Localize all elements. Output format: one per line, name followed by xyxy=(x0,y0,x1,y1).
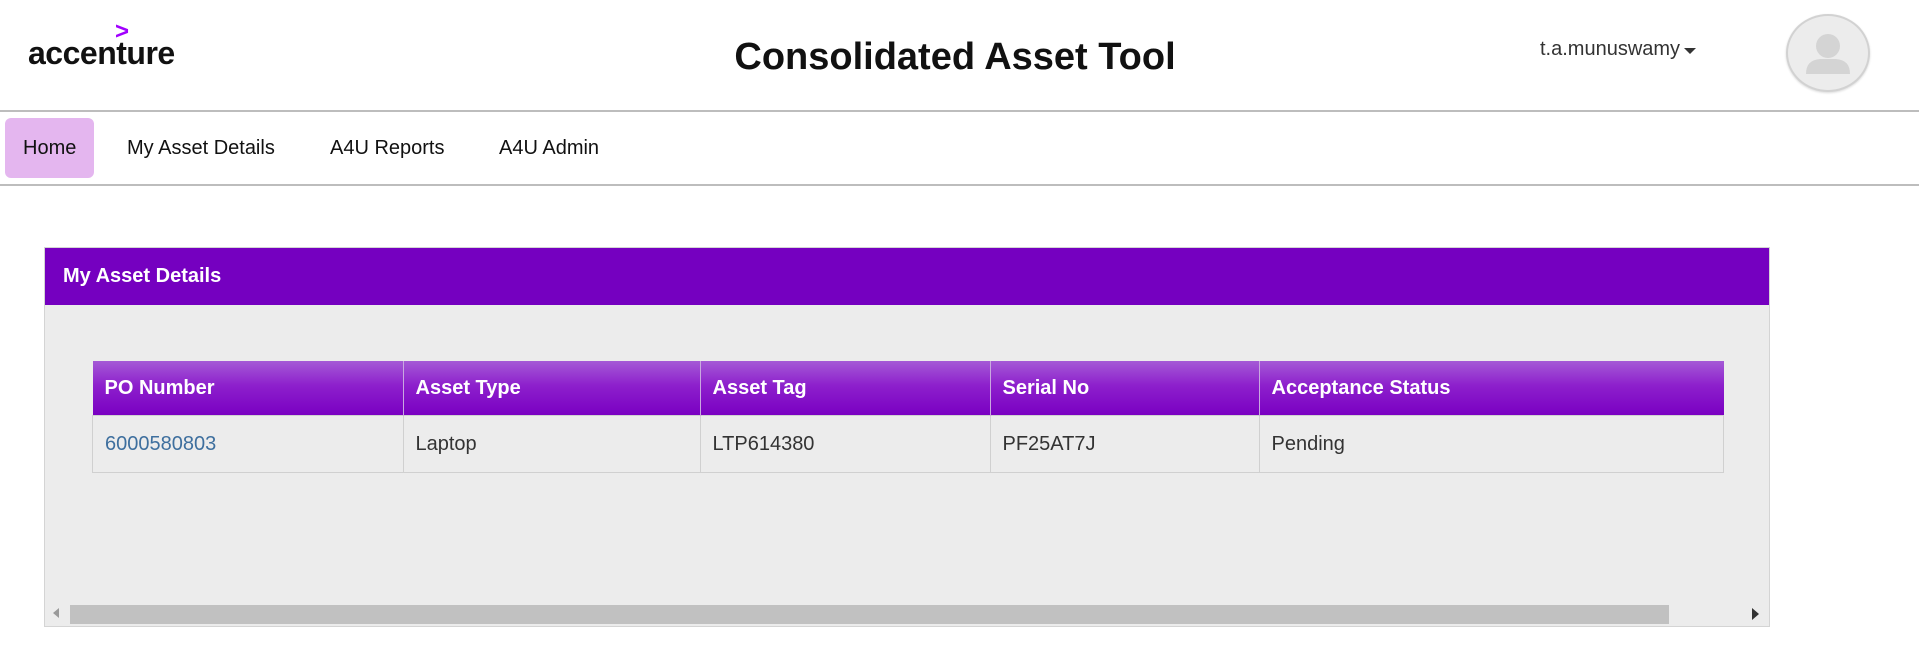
app-header: > accenture Consolidated Asset Tool t.a.… xyxy=(0,0,1919,112)
horizontal-scrollbar[interactable] xyxy=(45,602,1769,626)
scroll-left-arrow-icon[interactable] xyxy=(53,608,59,618)
column-header-asset-tag[interactable]: Asset Tag xyxy=(699,361,990,416)
nav-my-asset-details[interactable]: My Asset Details xyxy=(109,118,293,178)
user-menu[interactable]: t.a.munuswamy xyxy=(1540,38,1697,61)
column-header-serial-no[interactable]: Serial No xyxy=(989,361,1259,416)
nav-a4u-reports[interactable]: A4U Reports xyxy=(312,118,463,178)
nav-home[interactable]: Home xyxy=(5,118,95,178)
scrollbar-thumb[interactable] xyxy=(70,605,1669,624)
user-silhouette-icon xyxy=(1806,34,1850,74)
cell-asset-type: Laptop xyxy=(402,415,701,473)
cell-serial-no: PF25AT7J xyxy=(989,415,1260,473)
table-row: 6000580803 Laptop LTP614380 PF25AT7J Pen… xyxy=(92,415,1724,473)
avatar[interactable] xyxy=(1786,14,1870,92)
main-nav: Home My Asset Details A4U Reports A4U Ad… xyxy=(0,112,1919,186)
asset-table: PO Number Asset Type Asset Tag Serial No… xyxy=(92,361,1724,473)
column-header-acceptance-status[interactable]: Acceptance Status xyxy=(1258,361,1724,416)
column-header-po-number[interactable]: PO Number xyxy=(92,361,403,416)
asset-details-panel: My Asset Details PO Number Asset Type As… xyxy=(44,247,1770,627)
column-header-asset-type[interactable]: Asset Type xyxy=(402,361,700,416)
scroll-right-arrow-icon[interactable] xyxy=(1752,608,1759,620)
table-header-row: PO Number Asset Type Asset Tag Serial No… xyxy=(92,361,1724,416)
po-number-link[interactable]: 6000580803 xyxy=(105,433,216,455)
cell-po-number: 6000580803 xyxy=(92,415,404,473)
cell-asset-tag: LTP614380 xyxy=(699,415,991,473)
caret-down-icon xyxy=(1684,47,1697,54)
panel-title: My Asset Details xyxy=(45,248,1769,305)
nav-a4u-admin[interactable]: A4U Admin xyxy=(481,118,617,178)
username: t.a.munuswamy xyxy=(1540,38,1681,60)
cell-acceptance-status: Pending xyxy=(1258,415,1724,473)
